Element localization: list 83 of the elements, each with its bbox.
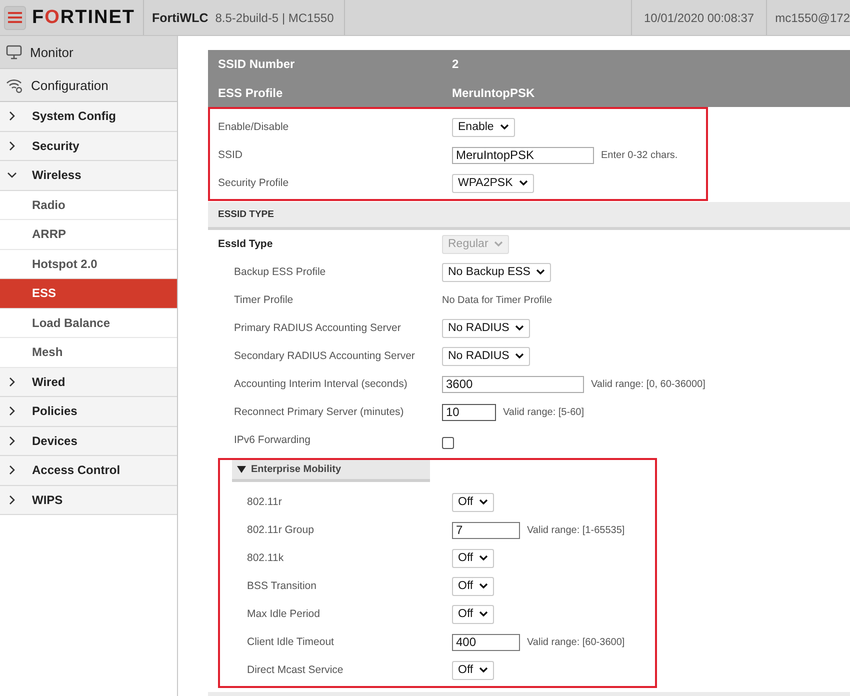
select-field[interactable]: Off — [452, 660, 494, 680]
select-field[interactable]: Off — [452, 576, 494, 596]
caret-icon — [515, 353, 524, 359]
caret-icon — [479, 555, 488, 561]
chevron-right-icon — [7, 406, 17, 416]
chevron-right-icon — [7, 436, 17, 446]
select-field[interactable]: WPA2PSK — [452, 174, 534, 192]
sidebar-group[interactable]: Wired — [0, 368, 177, 397]
summary-value: 2 — [452, 57, 459, 72]
summary-value: MeruIntopPSK — [452, 86, 535, 100]
input-field[interactable]: MeruIntopPSK — [452, 146, 594, 164]
chevron-right-icon — [7, 376, 17, 387]
menu-icon — [8, 12, 22, 23]
section-header: ESSID TYPE — [208, 202, 850, 230]
sidebar-group[interactable]: WIPS — [0, 486, 177, 515]
select-field[interactable]: Off — [452, 548, 494, 568]
select-field[interactable]: Off — [452, 492, 494, 512]
sidebar-group[interactable]: Policies — [0, 397, 177, 426]
field-label: SSID — [218, 149, 244, 161]
field-label: Primary RADIUS Accounting Server — [233, 322, 402, 334]
chevron-right-icon — [7, 111, 17, 122]
sidebar-item[interactable]: Radio — [0, 190, 177, 220]
field-label: Enable/Disable — [218, 121, 290, 133]
field-label: 802.11r — [246, 496, 283, 508]
sidebar-group[interactable]: System Config — [0, 102, 177, 132]
field-label: Security Profile — [218, 177, 290, 189]
product-name: FortiWLC — [152, 10, 208, 24]
sidebar-item[interactable]: Hotspot 2.0 — [0, 250, 177, 279]
summary-label: ESS Profile — [218, 86, 284, 100]
triangle-down-icon — [237, 466, 246, 473]
hint-text: Valid range: [60-3600] — [527, 636, 625, 648]
user-name[interactable]: mc1550@172 — [775, 10, 850, 24]
chevron-right-icon — [7, 494, 17, 505]
sidebar-group[interactable]: Devices — [0, 426, 177, 456]
hint-text: Valid range: [5-60] — [503, 406, 584, 418]
chevron-right-icon — [7, 140, 17, 151]
collapsible-header[interactable]: Enterprise Mobility — [232, 460, 430, 482]
chevron-right-icon — [7, 465, 17, 476]
sidebar-group[interactable]: Wireless — [0, 161, 177, 190]
field-label: Accounting Interim Interval (seconds) — [233, 378, 408, 390]
input-field[interactable]: 7 — [452, 522, 520, 538]
sidebar-item[interactable]: Load Balance — [0, 308, 177, 338]
field-label: Client Idle Timeout — [246, 636, 335, 648]
sidebar-group[interactable]: Security — [0, 132, 177, 161]
version-text: 8.5-2build-5 | MC1550 — [215, 10, 334, 24]
caret-icon — [479, 667, 488, 673]
caret-icon — [479, 499, 488, 505]
summary-label: SSID Number — [218, 57, 296, 72]
field-label: Backup ESS Profile — [233, 266, 327, 278]
field-label: Max Idle Period — [246, 608, 321, 620]
sidebar-section[interactable]: Monitor — [0, 36, 177, 69]
field-label: IPv6 Forwarding — [233, 434, 312, 446]
monitor-icon — [6, 44, 22, 60]
caret-icon — [536, 269, 546, 275]
field-label: 802.11r Group — [246, 524, 315, 536]
chevron-down-icon — [7, 170, 17, 180]
caret-icon — [479, 611, 488, 617]
date-time: 10/01/2020 00:08:37 — [644, 10, 754, 24]
caret-icon — [494, 241, 504, 247]
caret-icon — [479, 583, 488, 589]
value-text: No Data for Timer Profile — [442, 294, 552, 306]
sidebar-item[interactable]: ESS — [0, 279, 177, 308]
hint-text: Valid range: [1-65535] — [527, 524, 625, 536]
hint-text: Valid range: [0, 60-36000] — [591, 378, 706, 390]
hint-text: Enter 0-32 chars. — [601, 150, 678, 160]
select-field[interactable]: Enable — [452, 118, 515, 136]
wifi-icon — [6, 78, 23, 92]
caret-icon — [515, 325, 524, 331]
field-label: Secondary RADIUS Accounting Server — [233, 350, 416, 362]
brand-logo: FORTINET — [32, 6, 135, 28]
field-label: 802.11k — [246, 552, 285, 564]
sidebar-section[interactable]: Configuration — [0, 69, 177, 102]
select-field[interactable]: Off — [452, 604, 494, 624]
caret-icon — [500, 124, 509, 130]
field-label: EssId Type — [217, 238, 274, 250]
caret-icon — [518, 180, 528, 186]
sidebar-group[interactable]: Access Control — [0, 456, 177, 486]
field-label: Timer Profile — [233, 294, 294, 306]
input-field[interactable]: 400 — [452, 634, 520, 650]
field-label: Direct Mcast Service — [246, 664, 344, 676]
field-label: BSS Transition — [246, 580, 318, 592]
field-label: Reconnect Primary Server (minutes) — [233, 406, 405, 418]
menu-button[interactable] — [4, 6, 26, 30]
